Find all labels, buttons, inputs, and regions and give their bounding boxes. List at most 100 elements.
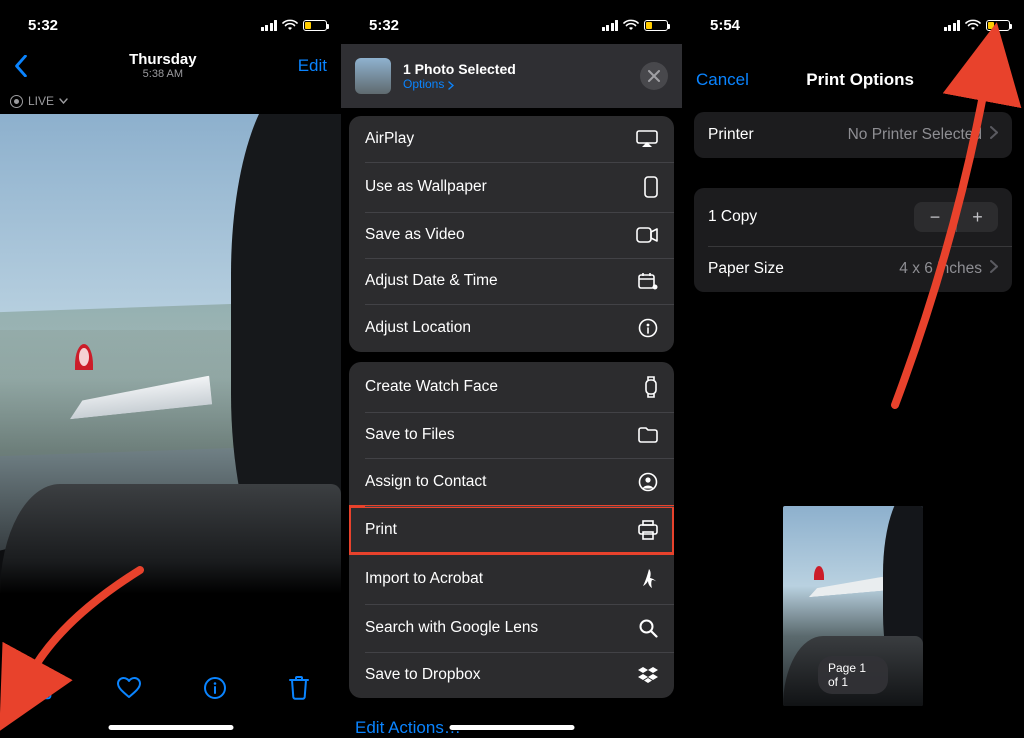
signal-icon — [261, 20, 278, 31]
share-action-label: Adjust Location — [365, 319, 471, 337]
screen-share-sheet: 5:32 1 Photo Selected Options AirPlay Use… — [341, 0, 682, 738]
copies-cell: 1 Copy − + — [694, 188, 1012, 246]
share-action-label: Create Watch Face — [365, 378, 498, 396]
page-indicator: Page 1 of 1 — [818, 656, 888, 694]
photo[interactable] — [0, 114, 341, 594]
share-action-adjust-location[interactable]: Adjust Location — [349, 304, 674, 352]
share-options-link[interactable]: Options — [403, 77, 516, 91]
wifi-icon — [282, 19, 298, 31]
share-action-save-dropbox[interactable]: Save to Dropbox — [349, 652, 674, 698]
share-action-assign-contact[interactable]: Assign to Contact — [349, 458, 674, 506]
print-preview-area[interactable]: Page 1 of 1 — [682, 488, 1024, 738]
share-action-print[interactable]: Print — [349, 506, 674, 554]
share-action-label: Search with Google Lens — [365, 619, 538, 637]
battery-icon — [303, 20, 327, 31]
adjust-location-icon — [638, 318, 658, 338]
share-action-google-lens[interactable]: Search with Google Lens — [349, 604, 674, 652]
share-action-label: AirPlay — [365, 130, 414, 148]
status-bar: 5:32 — [0, 0, 341, 44]
copies-label: 1 Copy — [708, 208, 757, 226]
wallpaper-icon — [644, 176, 658, 198]
copies-stepper: − + — [914, 202, 998, 232]
wifi-icon — [623, 19, 639, 31]
close-button[interactable] — [640, 62, 668, 90]
delete-button[interactable] — [288, 675, 310, 701]
chevron-down-icon — [59, 98, 68, 104]
printer-label: Printer — [708, 126, 754, 144]
paper-size-cell[interactable]: Paper Size 4 x 6 inches — [694, 246, 1012, 292]
nav-subtitle: 5:38 AM — [129, 68, 197, 81]
stepper-minus[interactable]: − — [914, 202, 956, 232]
import-acrobat-icon — [640, 568, 658, 590]
nav-bar: Cancel Print Options Print — [682, 58, 1024, 102]
status-indicators — [261, 19, 328, 31]
stepper-plus[interactable]: + — [956, 202, 998, 232]
page-title: Print Options — [806, 70, 914, 90]
edit-actions-button[interactable]: Edit Actions… — [349, 708, 674, 738]
share-action-watch-face[interactable]: Create Watch Face — [349, 362, 674, 412]
battery-icon — [644, 20, 668, 31]
share-action-label: Save as Video — [365, 226, 465, 244]
share-action-adjust-date[interactable]: Adjust Date & Time — [349, 258, 674, 304]
share-action-import-acrobat[interactable]: Import to Acrobat — [349, 554, 674, 604]
favorite-button[interactable] — [116, 676, 142, 700]
google-lens-icon — [638, 618, 658, 638]
share-action-label: Adjust Date & Time — [365, 272, 498, 290]
share-action-save-files[interactable]: Save to Files — [349, 412, 674, 458]
print-button[interactable]: Print — [971, 70, 1010, 90]
edit-button[interactable]: Edit — [298, 56, 327, 76]
printer-cell[interactable]: Printer No Printer Selected — [694, 112, 1012, 158]
status-time: 5:32 — [28, 17, 58, 34]
live-badge[interactable]: LIVE — [0, 88, 341, 114]
share-action-label: Save to Dropbox — [365, 666, 480, 684]
share-action-wallpaper[interactable]: Use as Wallpaper — [349, 162, 674, 212]
share-button[interactable] — [31, 674, 55, 702]
watch-face-icon — [644, 376, 658, 398]
preview-page-1[interactable]: Page 1 of 1 — [783, 506, 923, 706]
status-time: 5:32 — [369, 17, 399, 34]
back-button[interactable] — [14, 55, 28, 77]
share-action-group: Create Watch Face Save to Files Assign to … — [349, 362, 674, 698]
airplay-icon — [636, 130, 658, 148]
status-bar: 5:32 — [341, 0, 682, 44]
wifi-icon — [965, 19, 981, 31]
battery-icon — [986, 20, 1010, 31]
chevron-right-icon — [448, 81, 454, 90]
options-group: 1 Copy − + Paper Size 4 x 6 inches — [694, 188, 1012, 292]
share-action-label: Assign to Contact — [365, 473, 486, 491]
printer-value: No Printer Selected — [848, 126, 982, 144]
chevron-right-icon — [990, 260, 998, 278]
share-actions-list[interactable]: AirPlay Use as Wallpaper Save as Video Adju… — [341, 108, 682, 738]
save-files-icon — [638, 427, 658, 443]
home-indicator[interactable] — [449, 725, 574, 730]
status-indicators — [602, 19, 669, 31]
screen-photo-view: 5:32 Thursday 5:38 AM Edit LIVE — [0, 0, 341, 738]
share-action-save-video[interactable]: Save as Video — [349, 212, 674, 258]
save-dropbox-icon — [638, 667, 658, 683]
printer-group: Printer No Printer Selected — [694, 112, 1012, 158]
info-button[interactable] — [203, 676, 227, 700]
share-action-group: AirPlay Use as Wallpaper Save as Video Adju… — [349, 116, 674, 352]
share-sheet-header: 1 Photo Selected Options — [341, 44, 682, 108]
print-icon — [638, 520, 658, 540]
save-video-icon — [636, 227, 658, 243]
cancel-button[interactable]: Cancel — [696, 70, 749, 90]
screen-print-options: 5:54 Cancel Print Options Print Printer … — [682, 0, 1024, 738]
sheet-handle-peek — [682, 44, 1024, 58]
nav-title-block: Thursday 5:38 AM — [129, 51, 197, 81]
nav-bar: Thursday 5:38 AM Edit — [0, 44, 341, 88]
share-action-label: Print — [365, 521, 397, 539]
status-indicators — [944, 19, 1011, 31]
signal-icon — [944, 20, 961, 31]
share-action-label: Import to Acrobat — [365, 570, 483, 588]
close-icon — [648, 70, 660, 82]
paper-size-value: 4 x 6 inches — [899, 260, 982, 278]
selected-photo-thumb — [355, 58, 391, 94]
adjust-date-icon — [638, 272, 658, 290]
share-action-label: Use as Wallpaper — [365, 178, 487, 196]
assign-contact-icon — [638, 472, 658, 492]
share-action-airplay[interactable]: AirPlay — [349, 116, 674, 162]
status-bar: 5:54 — [682, 0, 1024, 44]
home-indicator[interactable] — [108, 725, 233, 730]
status-time: 5:54 — [710, 17, 740, 34]
